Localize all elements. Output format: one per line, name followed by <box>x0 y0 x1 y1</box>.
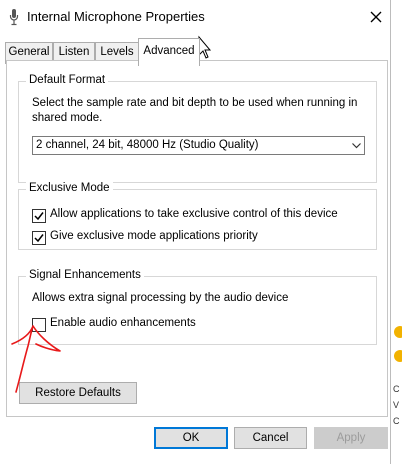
exclusive-mode-group: Exclusive Mode Allow applications to tak… <box>18 182 377 250</box>
microphone-icon <box>9 9 19 26</box>
signal-enhancements-description: Allows extra signal processing by the au… <box>32 292 289 304</box>
advanced-panel: Default Format Select the sample rate an… <box>6 60 388 417</box>
default-format-legend: Default Format <box>26 74 109 86</box>
tab-general-label: General <box>8 46 50 58</box>
default-format-description: Select the sample rate and bit depth to … <box>32 97 358 124</box>
background-window-fragment: C V C <box>393 326 402 426</box>
audio-enhancements-checkbox[interactable] <box>32 318 46 332</box>
sample-format-dropdown[interactable]: 2 channel, 24 bit, 48000 Hz (Studio Qual… <box>32 136 365 155</box>
tab-advanced-label: Advanced <box>143 45 195 57</box>
restore-defaults-button[interactable]: Restore Defaults <box>19 382 137 404</box>
sample-format-value: 2 channel, 24 bit, 48000 Hz (Studio Qual… <box>36 139 259 151</box>
tab-advanced[interactable]: Advanced <box>138 38 200 66</box>
cancel-button[interactable]: Cancel <box>234 427 307 449</box>
audio-enhancements-label: Enable audio enhancements <box>50 317 196 329</box>
chevron-down-icon <box>352 143 361 149</box>
exclusive-mode-legend: Exclusive Mode <box>26 182 113 194</box>
close-button[interactable] <box>362 3 390 31</box>
ok-button[interactable]: OK <box>154 427 228 449</box>
close-icon <box>370 11 382 23</box>
checkmark-icon <box>34 212 44 221</box>
properties-dialog: Internal Microphone Properties General L… <box>0 0 391 464</box>
default-format-group: Default Format Select the sample rate an… <box>18 74 377 183</box>
title-bar: Internal Microphone Properties <box>0 0 390 34</box>
exclusive-priority-label: Give exclusive mode applications priorit… <box>50 230 258 242</box>
exclusive-control-label: Allow applications to take exclusive con… <box>50 208 338 220</box>
signal-enhancements-group: Signal Enhancements Allows extra signal … <box>18 269 377 345</box>
window-title: Internal Microphone Properties <box>27 9 205 24</box>
svg-text:V: V <box>393 400 399 410</box>
apply-button[interactable]: Apply <box>314 427 388 449</box>
background-window-edge: C V C <box>391 320 402 464</box>
svg-text:C: C <box>393 384 400 394</box>
exclusive-control-checkbox[interactable] <box>32 209 46 223</box>
dropdown-arrow[interactable] <box>348 137 364 154</box>
checkmark-icon <box>34 234 44 243</box>
tab-levels-label: Levels <box>100 46 134 58</box>
tab-listen-label: Listen <box>58 46 90 58</box>
svg-text:C: C <box>393 416 400 426</box>
signal-enhancements-legend: Signal Enhancements <box>26 269 144 281</box>
exclusive-priority-checkbox[interactable] <box>32 231 46 245</box>
